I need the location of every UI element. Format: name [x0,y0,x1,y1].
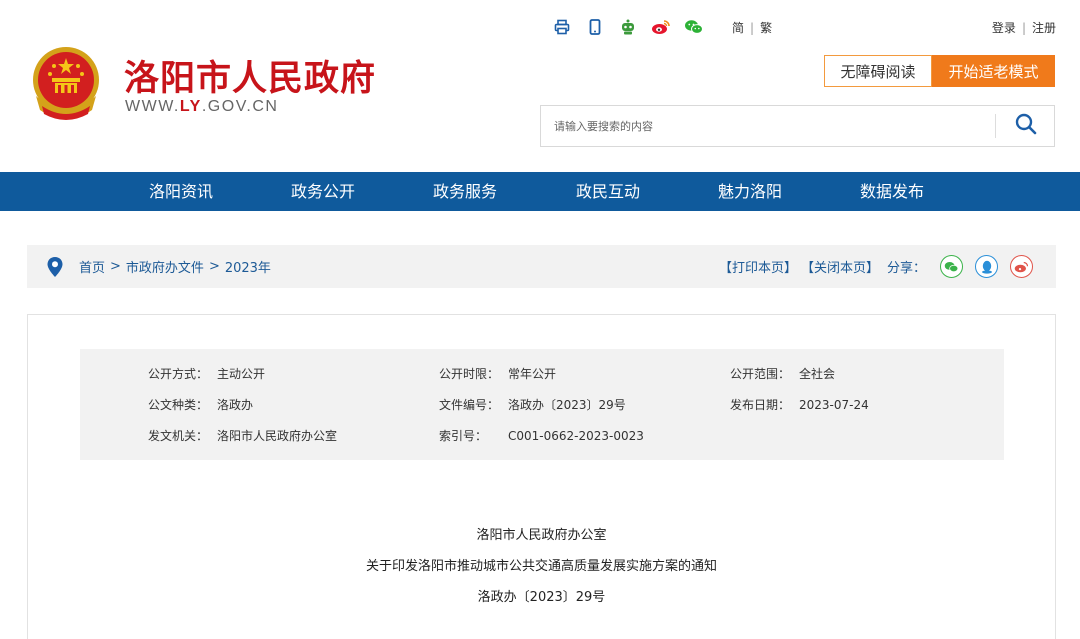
divider: | [750,20,755,35]
page-tools: 【打印本页】 【关闭本页】 分享： [719,245,1056,288]
search-icon [1015,113,1037,139]
nav-item-interaction[interactable]: 政民互动 [576,172,640,211]
meta-key: 公文种类： [148,398,209,412]
weibo-icon[interactable] [651,17,671,37]
location-pin-icon [47,257,63,277]
lang-simplified-link[interactable]: 简 [732,19,744,36]
domain-suffix: .GOV.CN [201,98,279,115]
meta-key: 公开范围： [730,367,791,381]
meta-open-period: 公开时限： 常年公开 [439,366,556,382]
print-icon[interactable] [552,17,572,37]
divider: | [1021,20,1026,35]
meta-index-number: 索引号： C001-0662-2023-0023 [439,428,644,444]
accessibility-reading-button[interactable]: 无障碍阅读 [824,55,932,87]
mobile-icon[interactable] [585,17,605,37]
meta-value: 洛政办〔2023〕29号 [508,398,626,412]
meta-doc-type: 公文种类： 洛政办 [148,397,253,413]
breadcrumb-year[interactable]: 2023年 [225,257,271,276]
share-label: 分享： [886,261,926,276]
robot-icon[interactable] [618,17,638,37]
main-nav: 洛阳资讯 政务公开 政务服务 政民互动 魅力洛阳 数据发布 [0,172,1080,211]
document-meta-table: 公开方式： 主动公开 公开时限： 常年公开 公开范围： 全社会 公文种类： 洛政办 文件… [80,349,1004,460]
domain-prefix: WWW. [125,98,180,115]
login-link[interactable]: 登录 [992,19,1016,36]
share-weibo-icon[interactable] [1010,255,1033,278]
breadcrumb-separator: > [110,259,121,274]
auth-links: 登录 | 注册 [992,19,1056,36]
breadcrumb-separator: > [208,259,220,274]
site-domain: WWW.LY.GOV.CN [125,98,278,116]
page: 洛阳市人民政府 WWW.LY.GOV.CN 简 | 繁 登录 | 注册 无障碍阅… [0,0,1080,639]
meta-publish-date: 发布日期： 2023-07-24 [730,397,869,413]
share-qq-icon[interactable] [975,255,998,278]
meta-key: 索引号： [439,429,488,443]
share-wechat-icon[interactable] [940,255,963,278]
lang-traditional-link[interactable]: 繁 [760,19,772,36]
meta-doc-number: 文件编号： 洛政办〔2023〕29号 [439,397,626,413]
meta-key: 发文机关： [148,429,209,443]
meta-key: 公开时限： [439,367,500,381]
meta-value: C001-0662-2023-0023 [508,429,644,443]
breadcrumb: 首页 > 市政府办文件 > 2023年 [79,245,271,288]
national-emblem-logo[interactable] [28,44,104,122]
elder-mode-button[interactable]: 开始适老模式 [932,55,1055,87]
nav-item-data-release[interactable]: 数据发布 [860,172,924,211]
meta-open-scope: 公开范围： 全社会 [730,366,835,382]
meta-value: 常年公开 [508,367,557,381]
site-title[interactable]: 洛阳市人民政府 [124,50,376,101]
register-link[interactable]: 注册 [1032,19,1056,36]
nav-item-gov-affairs-open[interactable]: 政务公开 [291,172,355,211]
meta-key: 公开方式： [148,367,209,381]
language-switch: 简 | 繁 [732,19,772,36]
article-panel: 公开方式： 主动公开 公开时限： 常年公开 公开范围： 全社会 公文种类： 洛政办 文件… [27,314,1056,639]
meta-issuing-office: 发文机关： 洛阳市人民政府办公室 [148,428,337,444]
meta-key: 发布日期： [730,398,791,412]
site-header: 洛阳市人民政府 WWW.LY.GOV.CN 简 | 繁 登录 | 注册 无障碍阅… [0,0,1080,172]
search-box [540,105,1055,147]
meta-key: 文件编号： [439,398,500,412]
nav-item-gov-services[interactable]: 政务服务 [433,172,497,211]
meta-open-mode: 公开方式： 主动公开 [148,366,265,382]
search-button[interactable] [997,106,1055,146]
nav-item-luoyang-news[interactable]: 洛阳资讯 [149,172,213,211]
domain-highlight: LY [179,98,202,115]
breadcrumb-home[interactable]: 首页 [79,257,105,276]
wechat-icon[interactable] [684,17,704,37]
nav-item-charm-luoyang[interactable]: 魅力洛阳 [718,172,782,211]
meta-value: 主动公开 [217,367,266,381]
top-icon-bar [552,17,717,37]
search-divider [995,114,996,138]
meta-value: 2023-07-24 [799,398,869,412]
print-page-link[interactable]: 【打印本页】 [719,257,797,276]
meta-value: 洛政办 [217,398,254,412]
document-issuer: 洛阳市人民政府办公室 [476,528,607,543]
close-page-link[interactable]: 【关闭本页】 [801,257,879,276]
meta-value: 洛阳市人民政府办公室 [217,429,338,443]
breadcrumb-city-gov-docs[interactable]: 市政府办文件 [126,257,204,276]
search-input[interactable] [541,106,996,146]
document-title: 关于印发洛阳市推动城市公共交通高质量发展实施方案的通知 [365,559,717,574]
document-number: 洛政办〔2023〕29号 [477,590,606,605]
breadcrumb-bar: 首页 > 市政府办文件 > 2023年 【打印本页】 【关闭本页】 分享： [27,245,1056,288]
meta-value: 全社会 [799,367,836,381]
